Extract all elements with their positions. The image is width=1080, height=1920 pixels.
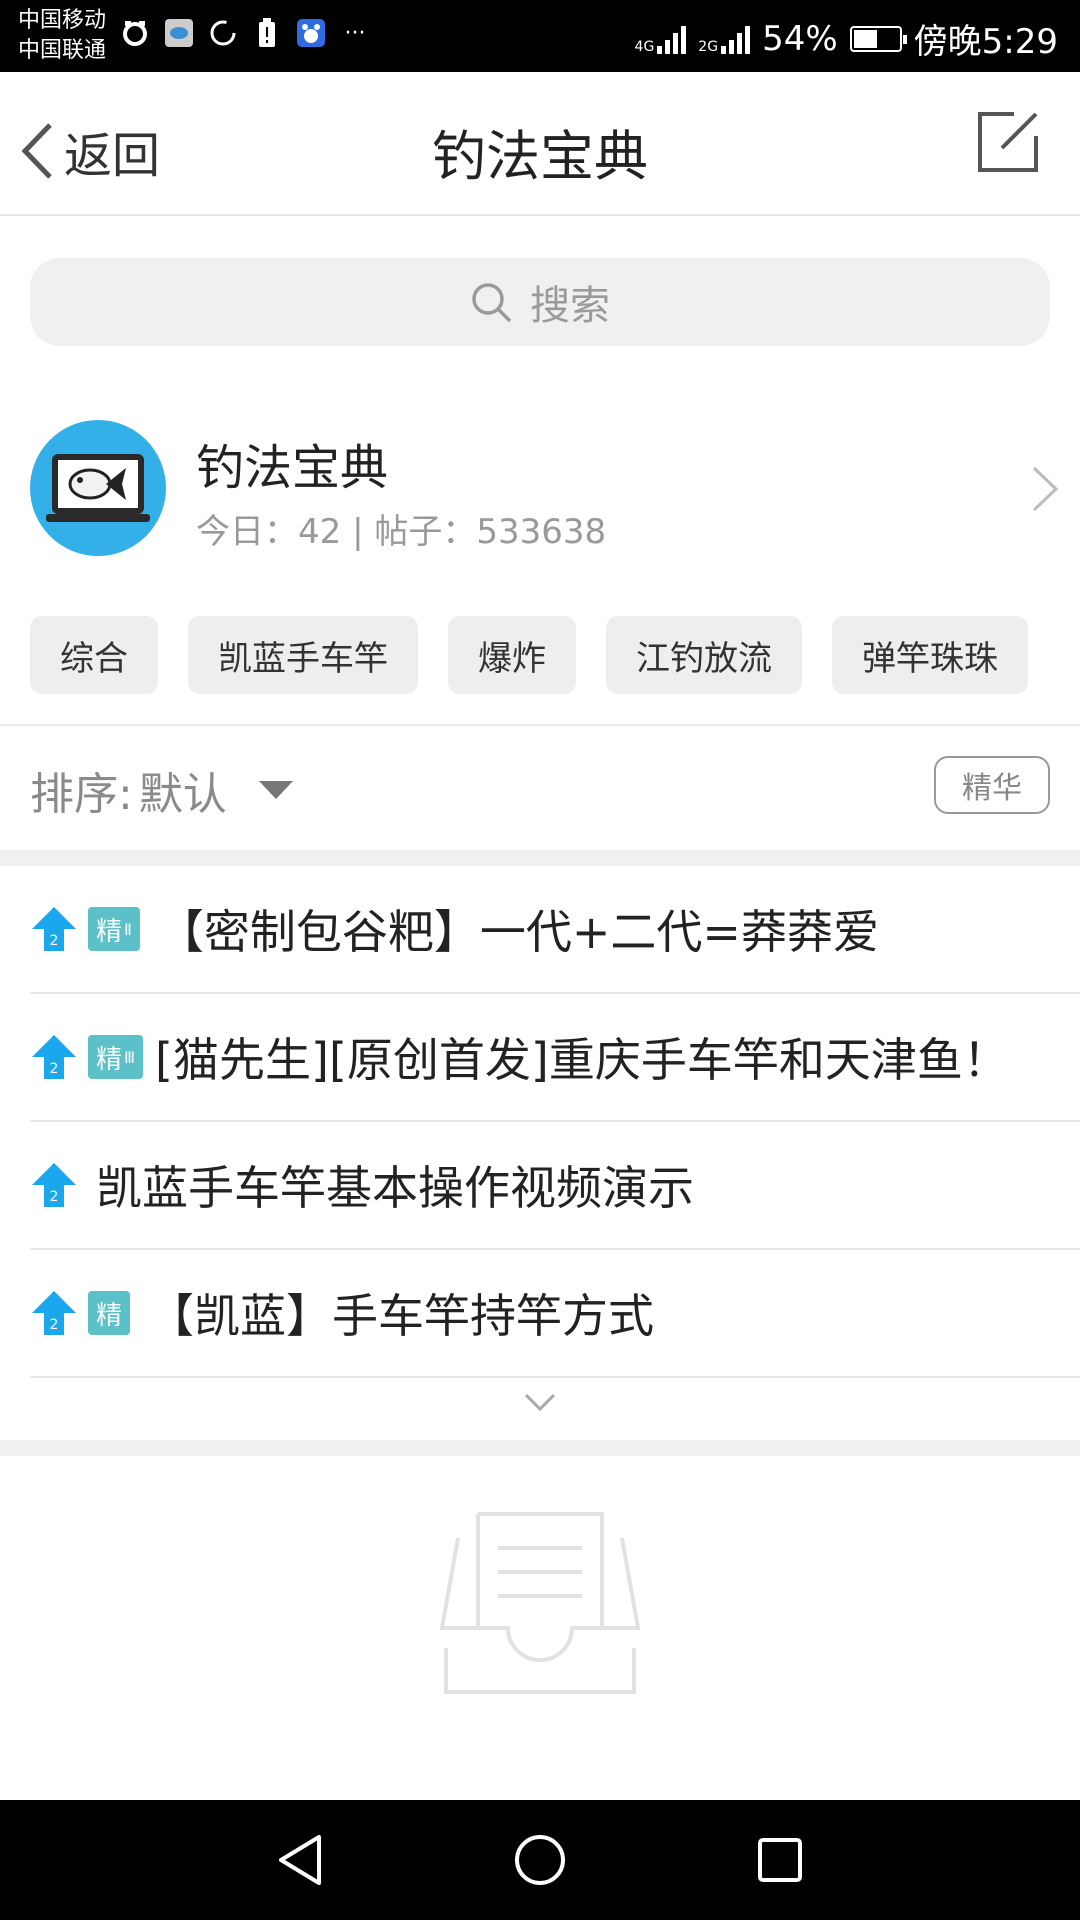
signal-bars-icon: [721, 24, 751, 54]
battery-alert-icon: [252, 18, 282, 48]
square-recents-icon: [758, 1838, 802, 1882]
essence-badge: 精: [88, 1291, 131, 1335]
chevron-down-icon: [524, 1393, 556, 1412]
page-title: 钓法宝典: [432, 125, 648, 188]
tag-chip[interactable]: 爆炸: [448, 616, 576, 694]
svg-text:2: 2: [50, 1189, 59, 1205]
nav-recents-button[interactable]: [750, 1830, 810, 1890]
forum-avatar: [30, 420, 166, 556]
forum-stats: 今日：42 | 帖子：533638: [196, 504, 606, 553]
essence-badge: 精Ⅱ: [88, 907, 140, 951]
pinned-top-icon: 2: [32, 907, 76, 951]
section-band: [0, 1440, 1080, 1456]
pinned-post-list: 2 精Ⅱ 【密制包谷粑】一代+二代=莽莽爱 2 精Ⅲ [猫先生][原创首发]重庆…: [30, 866, 1080, 1378]
alarm-icon: [120, 18, 150, 48]
sort-value: 默认: [138, 769, 227, 820]
circle-home-icon: [515, 1835, 565, 1885]
fishing-app-icon: [164, 18, 194, 48]
tag-chip[interactable]: 综合: [30, 616, 158, 694]
svg-text:2: 2: [50, 1061, 59, 1077]
carrier-1: 中国移动: [18, 8, 107, 33]
post-row[interactable]: 2 凯蓝手车竿基本操作视频演示: [30, 1122, 1080, 1250]
pinned-top-icon: 2: [32, 1291, 76, 1335]
stats-separator: |: [341, 512, 375, 552]
essence-badge: 精Ⅲ: [88, 1035, 144, 1079]
carrier-info: 中国移动 中国联通: [18, 6, 106, 66]
post-title: 【密制包谷粑】一代+二代=莽莽爱: [157, 905, 879, 959]
expand-more-button[interactable]: [0, 1378, 1080, 1426]
battery-icon: [849, 25, 907, 52]
post-row[interactable]: 2 精Ⅱ 【密制包谷粑】一代+二代=莽莽爱: [30, 866, 1080, 994]
compose-button[interactable]: [976, 110, 1040, 174]
post-row[interactable]: 2 精 【凯蓝】手车竿持竿方式: [30, 1250, 1080, 1378]
battery-percent: 54%: [762, 18, 838, 59]
carrier-2: 中国联通: [18, 38, 107, 63]
edit-icon: [978, 112, 1038, 172]
forum-name: 钓法宝典: [196, 440, 389, 496]
signal-1: 4G: [635, 24, 687, 54]
sort-label: 排序:: [30, 769, 133, 820]
status-bar: 中国移动 中国联通 ··· 4G 2G 54% 傍晚5:29: [0, 0, 1080, 72]
notification-icons: ···: [120, 18, 370, 48]
svg-text:2: 2: [50, 933, 59, 949]
divider: [0, 724, 1080, 726]
today-count: 42: [298, 512, 342, 552]
category-tags: 综合 凯蓝手车竿 爆炸 江钓放流 弹竿珠珠: [30, 616, 1028, 694]
chevron-right-icon: [1032, 466, 1059, 512]
search-icon: [472, 283, 512, 323]
today-label: 今日：: [196, 512, 298, 552]
section-band: [0, 850, 1080, 866]
post-row[interactable]: 2 精Ⅲ [猫先生][原创首发]重庆手车竿和天津鱼！: [30, 994, 1080, 1122]
pinned-top-icon: 2: [32, 1035, 76, 1079]
baidu-icon: [296, 18, 326, 48]
nav-back-button[interactable]: [270, 1830, 330, 1890]
triangle-back-icon: [279, 1835, 321, 1885]
posts-label: 帖子：: [374, 512, 477, 552]
sync-icon: [208, 18, 238, 48]
post-title: [猫先生][原创首发]重庆手车竿和天津鱼！: [155, 1033, 1009, 1087]
svg-text:2: 2: [50, 1317, 59, 1333]
network-type-1: 4G: [634, 38, 655, 55]
status-right: 4G 2G 54% 傍晚5:29: [635, 14, 1058, 63]
tag-chip[interactable]: 弹竿珠珠: [832, 616, 1028, 694]
search-placeholder: 搜索: [530, 283, 610, 329]
sort-selector[interactable]: 排序: 默认: [30, 760, 293, 820]
app-header: 返回 钓法宝典: [0, 72, 1080, 216]
tag-chip[interactable]: 凯蓝手车竿: [188, 616, 418, 694]
signal-bars-icon: [657, 24, 687, 54]
more-notifications-icon: ···: [344, 20, 366, 46]
clock: 傍晚5:29: [913, 22, 1058, 62]
empty-inbox-icon: [439, 1512, 641, 1694]
nav-home-button[interactable]: [510, 1830, 570, 1890]
pinned-top-icon: 2: [32, 1163, 76, 1207]
signal-2: 2G: [698, 24, 751, 55]
network-type-2: 2G: [698, 38, 719, 55]
forum-info[interactable]: 钓法宝典 今日：42 | 帖子：533638: [30, 420, 1060, 556]
tag-chip[interactable]: 江钓放流: [606, 616, 802, 694]
posts-count: 533638: [476, 512, 607, 552]
post-title: 【凯蓝】手车竿持竿方式: [148, 1289, 655, 1343]
post-title: 凯蓝手车竿基本操作视频演示: [96, 1161, 694, 1215]
essence-filter-button[interactable]: 精华: [934, 756, 1050, 814]
search-bar[interactable]: 搜索: [30, 258, 1050, 346]
dropdown-arrow-icon: [258, 781, 293, 799]
system-nav-bar: [0, 1800, 1080, 1920]
